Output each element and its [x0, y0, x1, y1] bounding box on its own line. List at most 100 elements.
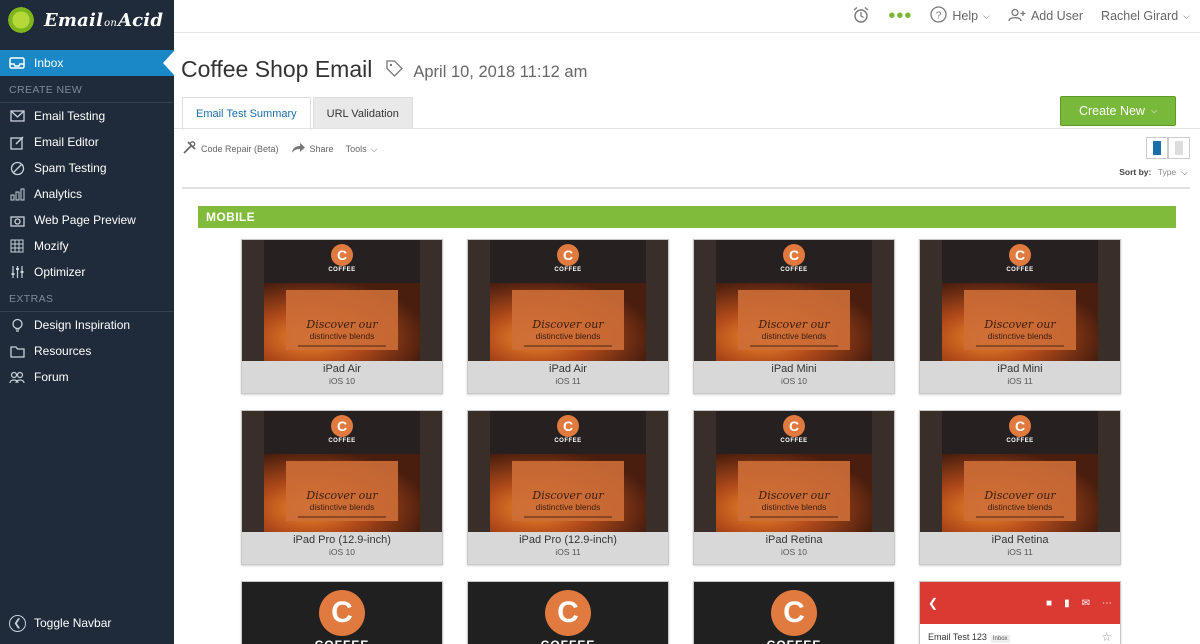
brand-name: COFFEE [1006, 438, 1034, 444]
tab-url-validation[interactable]: URL Validation [312, 97, 413, 129]
grid-view-icon [1175, 141, 1183, 155]
device-name: iPad Mini [997, 363, 1043, 375]
more-menu-button[interactable]: ••• [888, 6, 912, 26]
preview-card[interactable]: C COFFEE [693, 581, 895, 644]
main-content: Coffee Shop Email April 10, 2018 11:12 a… [174, 34, 1200, 644]
sidebar-item-email-testing[interactable]: Email Testing [0, 103, 174, 129]
inbox-icon [9, 55, 25, 71]
user-menu[interactable]: Rachel Girard ⌵ [1101, 9, 1190, 23]
ban-icon [9, 160, 25, 176]
trash-icon: ▮ [1064, 597, 1070, 609]
promo-fineprint [524, 345, 612, 347]
device-name: iPad Pro (12.9-inch) [293, 534, 391, 546]
grid-view-button[interactable] [1168, 137, 1190, 159]
sidebar-item-email-editor[interactable]: Email Editor [0, 129, 174, 155]
sidebar-item-web-page-preview[interactable]: Web Page Preview [0, 207, 174, 233]
notifications-button[interactable] [852, 6, 870, 27]
preview-card[interactable]: C COFFEE [467, 581, 669, 644]
preview-card[interactable]: C COFFEE Discover our distinctive blends iPa… [919, 410, 1121, 565]
sidebar-item-mozify[interactable]: Mozify [0, 233, 174, 259]
coffee-logo-icon: C [783, 244, 805, 266]
os-version: iOS 10 [329, 376, 355, 386]
brand-name: COFFEE [554, 438, 582, 444]
app-logo[interactable]: EmailonAcid [0, 0, 174, 40]
gmail-toolbar: ❮ ■ ▮ ✉ ⋯ [920, 582, 1120, 624]
code-repair-button[interactable]: Code Repair (Beta) [182, 140, 279, 158]
chevron-down-icon: ⌵ [370, 143, 378, 154]
sidebar-item-inbox[interactable]: Inbox [0, 50, 175, 76]
device-name: iPad Retina [765, 534, 823, 546]
list-view-icon [1153, 141, 1161, 155]
coffee-logo-icon: C [557, 244, 579, 266]
coffee-logo-icon: C [1009, 244, 1031, 266]
promo-headline: Discover our [306, 489, 378, 502]
code-repair-label: Code Repair (Beta) [201, 144, 279, 154]
sort-by-control[interactable]: Sort by: Type ⌵ [1119, 167, 1188, 178]
help-label: Help [952, 9, 979, 23]
sidebar-item-label: Design Inspiration [34, 318, 131, 332]
preview-card[interactable]: C COFFEE Discover our distinctive blends iPa… [467, 410, 669, 565]
email-screenshot: C COFFEE Discover our distinctive blends [920, 411, 1120, 532]
grid-icon [9, 238, 25, 254]
promo-fineprint [524, 516, 612, 518]
share-button[interactable]: Share [291, 141, 334, 157]
logo-splat-icon [6, 5, 36, 35]
folder-icon [9, 343, 25, 359]
email-screenshot: C COFFEE Discover our distinctive blends [694, 411, 894, 532]
sidebar-item-label: Inbox [34, 56, 64, 70]
preview-card[interactable]: C COFFEE Discover our distinctive blends iPa… [693, 239, 895, 394]
add-user-button[interactable]: Add User [1008, 8, 1083, 25]
chevron-down-icon: ⌵ [983, 10, 990, 21]
os-version: iOS 10 [781, 547, 807, 557]
sidebar-item-resources[interactable]: Resources [0, 338, 174, 364]
sidebar-item-analytics[interactable]: Analytics [0, 181, 174, 207]
preview-card[interactable]: C COFFEE Discover our distinctive blends iPa… [241, 410, 443, 565]
help-menu[interactable]: ? Help ⌵ [930, 6, 990, 26]
device-name: iPad Mini [771, 363, 817, 375]
sidebar-item-label: Spam Testing [34, 161, 107, 175]
card-label: iPad Mini iOS 11 [920, 362, 1120, 387]
promo-headline: Discover our [984, 318, 1056, 331]
chevron-down-icon: ⌵ [1150, 106, 1158, 115]
device-name: iPad Pro (12.9-inch) [519, 534, 617, 546]
title-row: Coffee Shop Email April 10, 2018 11:12 a… [181, 56, 587, 83]
sidebar-item-forum[interactable]: Forum [0, 364, 174, 390]
create-new-button[interactable]: Create New ⌵ [1060, 96, 1176, 126]
sidebar-item-spam-testing[interactable]: Spam Testing [0, 155, 174, 181]
preview-card[interactable]: C COFFEE [241, 581, 443, 644]
list-view-button[interactable] [1146, 137, 1168, 159]
preview-card[interactable]: C COFFEE Discover our distinctive blends iPa… [693, 410, 895, 565]
preview-card[interactable]: C COFFEE Discover our distinctive blends iPa… [919, 239, 1121, 394]
os-version: iOS 10 [781, 376, 807, 386]
brand-name: COFFEE [328, 438, 356, 444]
add-user-label: Add User [1030, 9, 1084, 23]
bulb-icon [9, 317, 25, 333]
tab-email-test-summary[interactable]: Email Test Summary [182, 97, 311, 130]
promo-fineprint [976, 345, 1064, 347]
promo-headline: Discover our [532, 489, 604, 502]
preview-card[interactable]: C COFFEE Discover our distinctive blends iPa… [241, 239, 443, 394]
view-toggle [1146, 137, 1190, 159]
promo-subline: distinctive blends [761, 502, 827, 512]
email-screenshot: C COFFEE Discover our distinctive blends [694, 240, 894, 361]
svg-text:?: ? [936, 10, 942, 21]
preview-card[interactable]: C COFFEE Discover our distinctive blends iPa… [467, 239, 669, 394]
promo-fineprint [750, 516, 838, 518]
tools-label: Tools [345, 144, 367, 154]
email-screenshot: C COFFEE Discover our distinctive blends [242, 240, 442, 361]
card-label: iPad Pro (12.9-inch) iOS 10 [242, 533, 442, 558]
preview-card[interactable]: ❮ ■ ▮ ✉ ⋯ Email Test 123 Inbox ☆ [919, 581, 1121, 644]
back-arrow-icon: ❮ [928, 596, 939, 610]
brand-name: COFFEE [328, 267, 356, 273]
sidebar-item-design-inspiration[interactable]: Design Inspiration [0, 312, 174, 338]
email-screenshot: C COFFEE Discover our distinctive blends [920, 240, 1120, 361]
gmail-actions: ■ ▮ ✉ ⋯ [1046, 598, 1112, 609]
tag-icon[interactable] [386, 60, 404, 82]
email-screenshot: C COFFEE Discover our distinctive blends [468, 240, 668, 361]
sidebar-item-optimizer[interactable]: Optimizer [0, 259, 174, 285]
toggle-navbar-button[interactable]: ❮ Toggle Navbar [0, 608, 174, 638]
share-arrow-icon [291, 141, 306, 157]
tools-menu[interactable]: Tools ⌵ [346, 144, 378, 155]
promo-fineprint [976, 516, 1064, 518]
os-version: iOS 11 [555, 376, 581, 386]
